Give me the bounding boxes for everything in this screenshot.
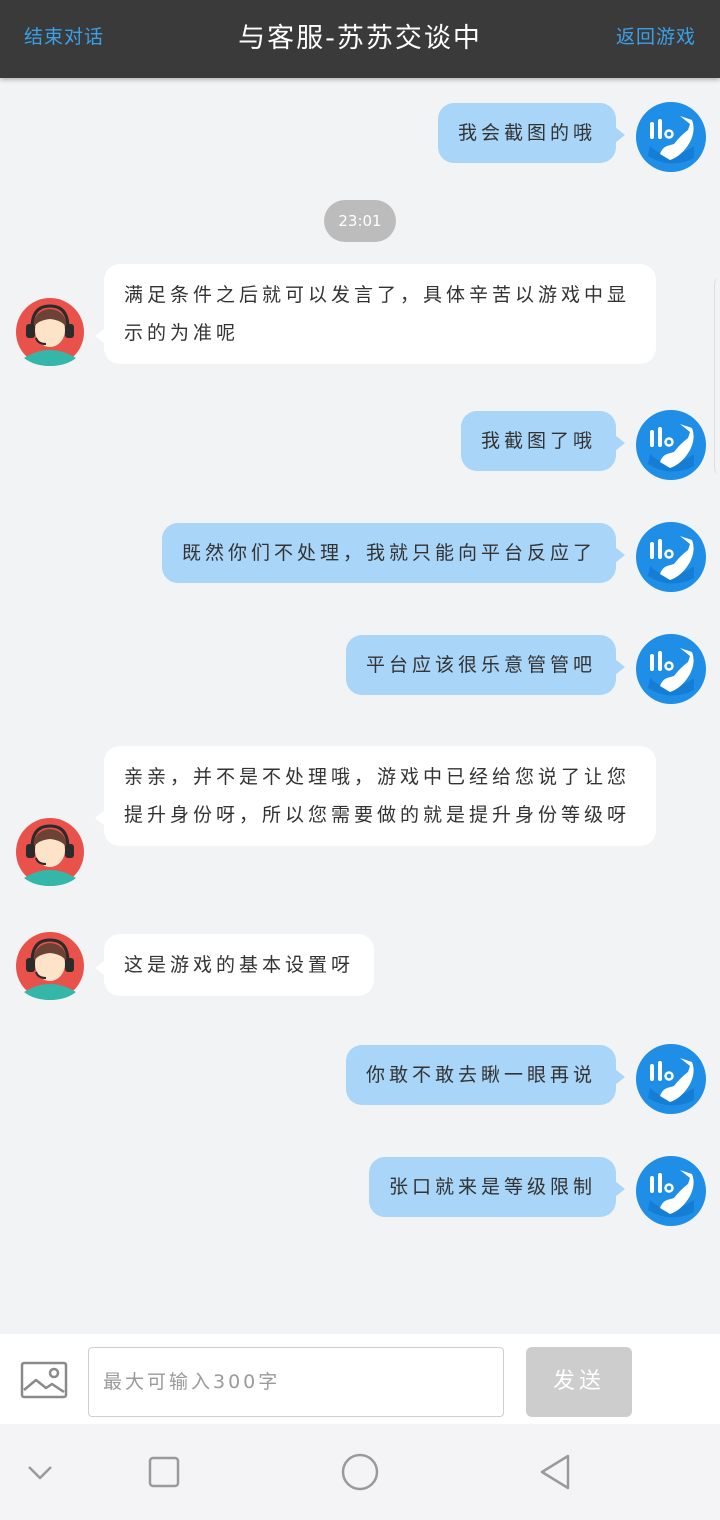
- chat-header: 结束对话 与客服-苏苏交谈中 返回游戏: [0, 0, 720, 78]
- agent-message-bubble: 满足条件之后就可以发言了，具体辛苦以游戏中显示的为准呢: [95, 264, 656, 364]
- phone-icon[interactable]: [636, 634, 706, 704]
- chat-title: 与客服-苏苏交谈中: [238, 23, 482, 54]
- chevron-down-icon[interactable]: [20, 1452, 60, 1492]
- user-message-bubble: 既然你们不处理，我就只能向平台反应了: [161, 523, 626, 583]
- agent-message-bubble: 这是游戏的基本设置呀: [94, 934, 375, 996]
- phone-icon[interactable]: [636, 1156, 706, 1226]
- square-icon[interactable]: [144, 1452, 184, 1492]
- headset-agent-icon: [16, 818, 84, 886]
- user-message-bubble: 你敢不敢去瞅一眼再说: [345, 1045, 626, 1105]
- headset-agent-icon: [16, 932, 84, 1000]
- user-message-bubble: 张口就来是等级限制: [368, 1157, 626, 1217]
- message-input[interactable]: [88, 1347, 504, 1417]
- headset-agent-icon: [16, 298, 84, 366]
- scroll-indicator[interactable]: [714, 278, 720, 474]
- back-triangle-icon[interactable]: [536, 1452, 576, 1492]
- agent-message-bubble: 亲亲，并不是不处理哦，游戏中已经给您说了让您提升身份呀，所以您需要做的就是提升身…: [95, 746, 656, 846]
- chat-area[interactable]: 我会截图的哦 23:01 满足条件之后就可以发言了，具体辛苦以游戏中显示的为准呢…: [0, 78, 720, 1334]
- user-message-bubble: 平台应该很乐意管管吧: [345, 635, 626, 695]
- user-message-bubble: 我会截图的哦: [437, 103, 626, 163]
- timestamp-pill: 23:01: [324, 200, 396, 242]
- phone-icon[interactable]: [636, 1044, 706, 1114]
- message-input-bar: 发送: [0, 1334, 720, 1424]
- phone-icon[interactable]: [636, 410, 706, 480]
- circle-icon[interactable]: [338, 1450, 382, 1494]
- back-to-game-button[interactable]: 返回游戏: [616, 22, 696, 49]
- phone-icon[interactable]: [636, 102, 706, 172]
- phone-icon[interactable]: [636, 522, 706, 592]
- image-icon[interactable]: [20, 1360, 68, 1400]
- send-button[interactable]: 发送: [526, 1347, 632, 1417]
- user-message-bubble: 我截图了哦: [460, 411, 626, 471]
- system-nav-bar: [0, 1424, 720, 1520]
